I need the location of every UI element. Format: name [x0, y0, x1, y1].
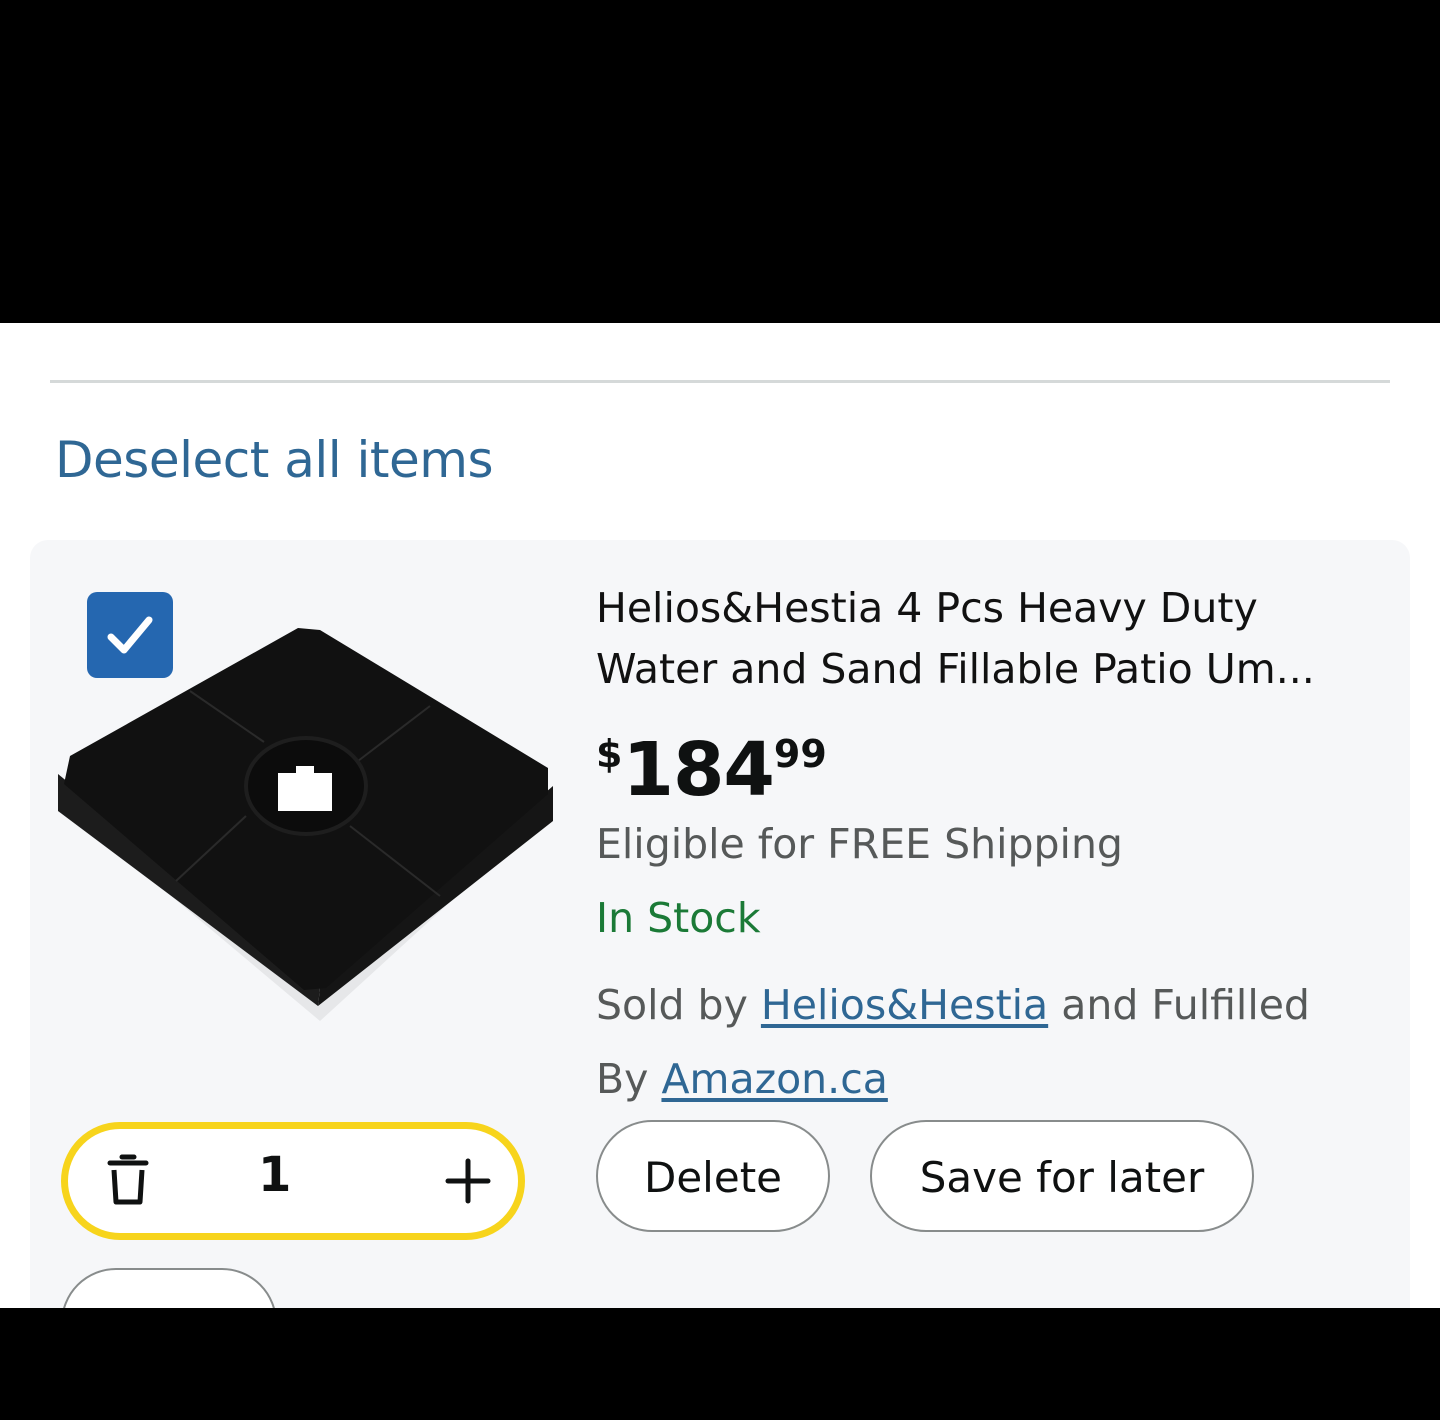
product-title-line-2: Water and Sand Fillable Patio Um...: [596, 645, 1315, 693]
save-for-later-button[interactable]: Save for later: [870, 1120, 1254, 1232]
price-whole: 184: [622, 727, 774, 813]
quantity-value: 1: [258, 1147, 292, 1203]
trash-icon[interactable]: [100, 1153, 156, 1209]
deselect-all-link[interactable]: Deselect all items: [55, 431, 494, 489]
price-currency-symbol: $: [596, 732, 623, 776]
seller-prefix: Sold by: [596, 981, 748, 1029]
product-title[interactable]: Helios&Hestia 4 Pcs Heavy Duty Water and…: [596, 578, 1386, 700]
fulfiller-link[interactable]: Amazon.ca: [661, 1055, 887, 1103]
price-fraction: 99: [773, 732, 827, 776]
shipping-eligibility: Eligible for FREE Shipping: [596, 820, 1123, 868]
quantity-stepper: 1: [61, 1122, 525, 1240]
cart-item-card: Helios&Hestia 4 Pcs Heavy Duty Water and…: [30, 540, 1410, 1308]
stock-status: In Stock: [596, 894, 761, 942]
delete-button[interactable]: Delete: [596, 1120, 830, 1232]
product-title-line-1: Helios&Hestia 4 Pcs Heavy Duty: [596, 584, 1258, 632]
fulfilled-text: and Fulfilled: [1061, 981, 1310, 1029]
plus-icon[interactable]: [440, 1153, 496, 1209]
divider: [50, 380, 1390, 383]
fulfilled-by-prefix: By: [596, 1055, 649, 1103]
partially-visible-button[interactable]: [61, 1268, 277, 1308]
item-select-checkbox[interactable]: [87, 592, 173, 678]
checkmark-icon: [107, 616, 153, 654]
product-price: $18499: [596, 728, 827, 812]
seller-link[interactable]: Helios&Hestia: [761, 981, 1048, 1029]
cart-screen: Deselect all items Helios&Hestia 4 Pcs H…: [0, 323, 1440, 1308]
seller-info: Sold by Helios&Hestia and Fulfilled By A…: [596, 968, 1396, 1116]
